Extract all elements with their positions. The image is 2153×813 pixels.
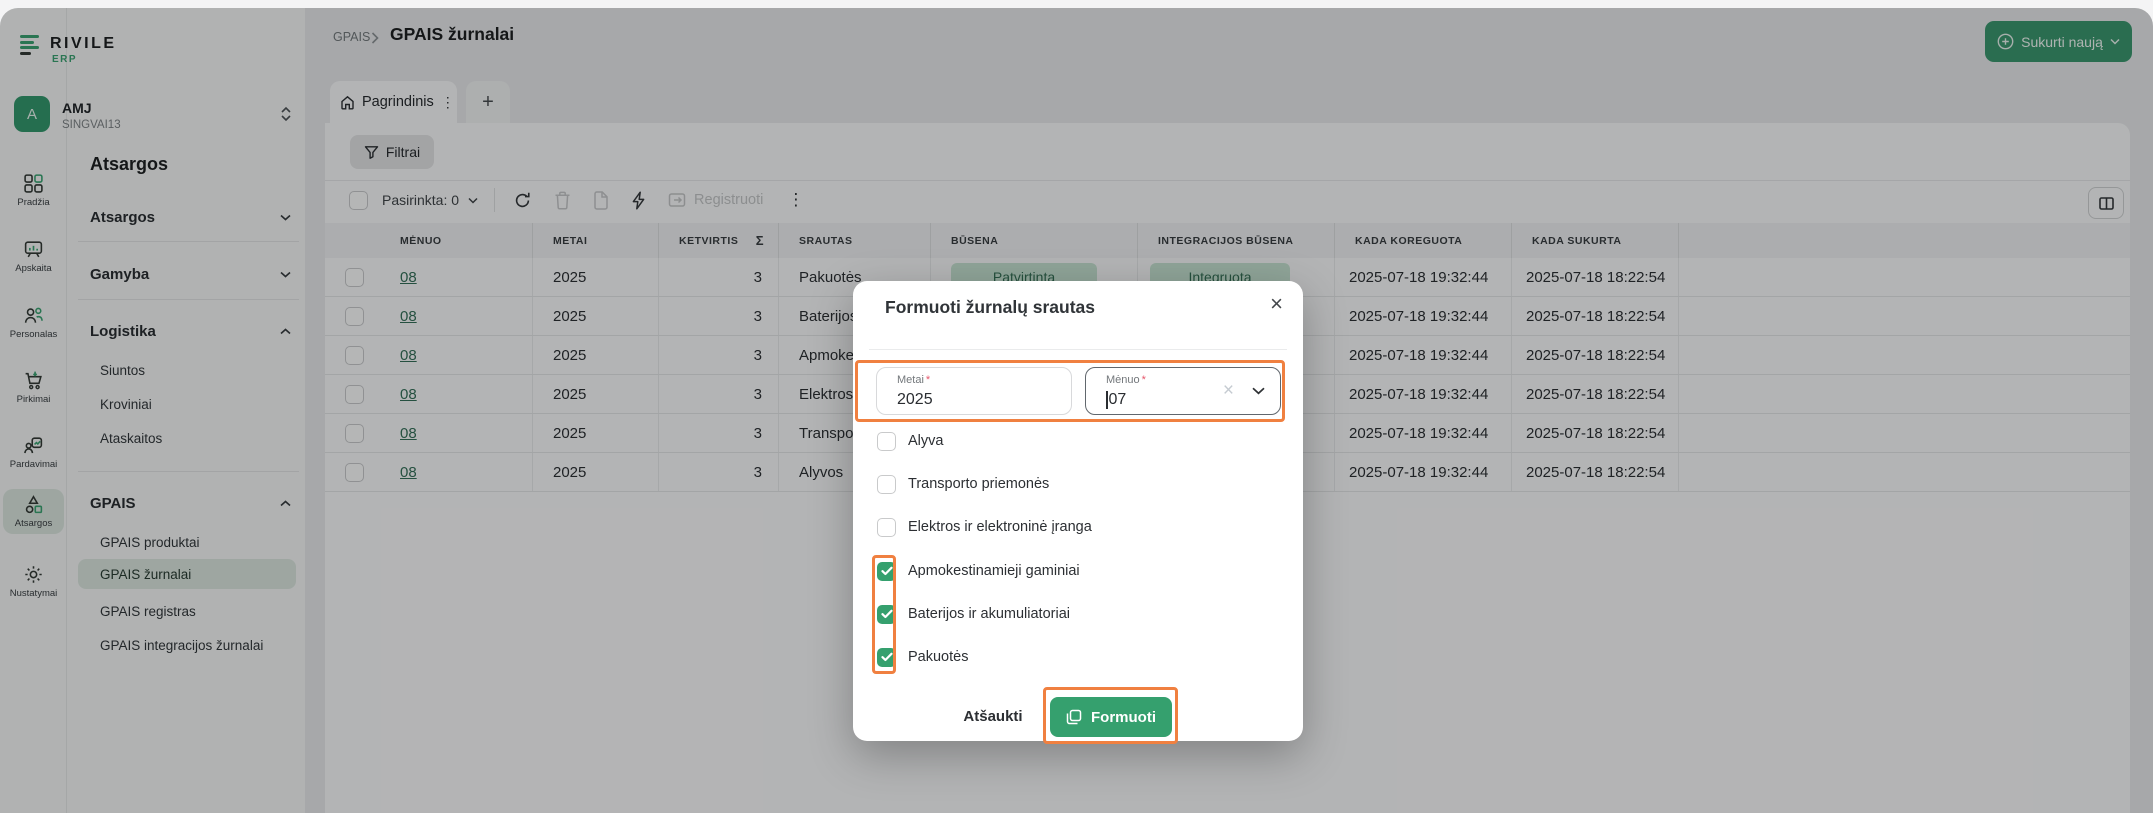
checkbox-row-pakuotes[interactable]: Pakuotės <box>877 647 968 667</box>
checkbox-row-baterijos[interactable]: Baterijos ir akumuliatoriai <box>877 604 1070 624</box>
checkbox-label: Apmokestinamieji gaminiai <box>908 563 1080 579</box>
menuo-label: Mėnuo <box>1106 374 1140 386</box>
chevron-down-icon[interactable] <box>1252 387 1265 395</box>
menuo-field[interactable]: Mėnuo* 07 × <box>1085 367 1281 415</box>
clear-icon[interactable]: × <box>1223 380 1234 402</box>
checkbox-checked[interactable] <box>877 605 896 624</box>
submit-label: Formuoti <box>1091 709 1156 726</box>
checkbox-row-alyva[interactable]: Alyva <box>877 431 943 451</box>
checkbox-unchecked[interactable] <box>877 518 896 537</box>
checkbox-row-apmokestinamieji[interactable]: Apmokestinamieji gaminiai <box>877 561 1080 581</box>
checkbox-label: Elektros ir elektroninė įranga <box>908 519 1092 535</box>
menuo-value[interactable]: 07 <box>1106 391 1126 409</box>
submit-button[interactable]: Formuoti <box>1050 697 1172 737</box>
checkbox-label: Baterijos ir akumuliatoriai <box>908 606 1070 622</box>
required-mark: * <box>1142 374 1146 386</box>
divider <box>869 349 1287 350</box>
checkbox-label: Pakuotės <box>908 649 968 665</box>
checkbox-label: Transporto priemonės <box>908 476 1049 492</box>
metai-field[interactable]: Metai* 2025 <box>876 367 1072 415</box>
form-journal-modal: Formuoti žurnalų srautas × Metai* 2025 M… <box>853 281 1303 741</box>
app-window: Pradžia Apskaita Personalas Pirkimai <box>0 8 2153 813</box>
text-cursor <box>1106 391 1108 409</box>
screen: Pradžia Apskaita Personalas Pirkimai <box>0 0 2153 813</box>
checkbox-checked[interactable] <box>877 562 896 581</box>
checkbox-label: Alyva <box>908 433 943 449</box>
copy-icon <box>1066 709 1082 725</box>
checkbox-row-transporto[interactable]: Transporto priemonės <box>877 474 1049 494</box>
checkbox-unchecked[interactable] <box>877 475 896 494</box>
modal-title: Formuoti žurnalų srautas <box>885 297 1095 318</box>
checkbox-checked[interactable] <box>877 648 896 667</box>
close-icon[interactable]: × <box>1270 291 1283 317</box>
checkbox-unchecked[interactable] <box>877 432 896 451</box>
required-mark: * <box>926 374 930 386</box>
menuo-text: 07 <box>1109 391 1127 409</box>
checkbox-row-elektros[interactable]: Elektros ir elektroninė įranga <box>877 517 1092 537</box>
cancel-button[interactable]: Atšaukti <box>953 708 1033 725</box>
metai-label: Metai <box>897 374 924 386</box>
metai-value[interactable]: 2025 <box>897 391 933 409</box>
